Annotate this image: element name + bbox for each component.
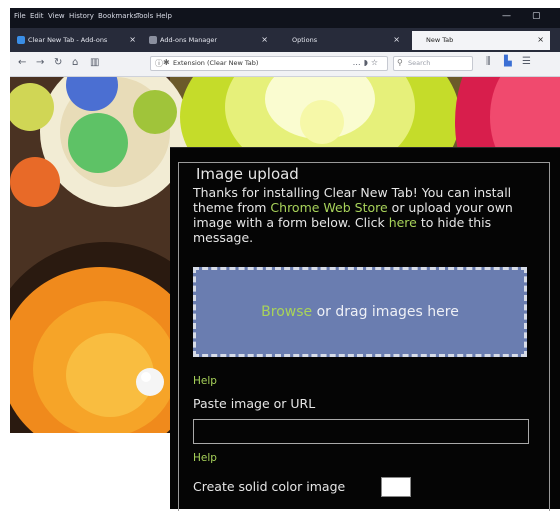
help-link-upload[interactable]: Help [193, 375, 217, 387]
maximize-icon[interactable]: ▢ [532, 11, 541, 21]
forward-icon[interactable]: → [36, 57, 44, 68]
extension-icon: ✱ [163, 58, 170, 67]
menu-icon[interactable]: ☰ [522, 56, 531, 67]
close-icon[interactable]: × [261, 35, 268, 44]
addon-tab-icon [17, 36, 25, 44]
more-icon[interactable]: … [353, 58, 364, 67]
tab-new-tab[interactable]: New Tab × [412, 31, 550, 50]
tab-options[interactable]: Options × [278, 31, 406, 50]
menu-history[interactable]: History [69, 12, 94, 20]
hide-message-link[interactable]: here [389, 215, 417, 230]
sidebar-icon[interactable]: ▥ [90, 57, 99, 68]
paste-url-label: Paste image or URL [193, 396, 316, 411]
intro-message: Thanks for installing Clear New Tab! You… [193, 185, 553, 245]
address-bar[interactable]: ⓘ ✱ Extension (Clear New Tab) …◗☆ [150, 56, 388, 71]
menu-edit[interactable]: Edit [30, 12, 44, 20]
minimize-icon[interactable]: — [502, 11, 511, 21]
browse-link[interactable]: Browse [261, 304, 312, 320]
addon-toolbar-icon[interactable]: ▙ [504, 56, 512, 67]
help-link-url[interactable]: Help [193, 452, 217, 464]
chrome-web-store-link[interactable]: Chrome Web Store [270, 200, 387, 215]
search-icon: ⚲ [397, 58, 403, 67]
home-icon[interactable]: ⌂ [72, 57, 78, 68]
navigation-toolbar: ← → ↻ ⌂ ▥ ⓘ ✱ Extension (Clear New Tab) … [10, 52, 560, 77]
menu-bar: File Edit View History Bookmarks Tools H… [10, 8, 560, 28]
tab-label: Clear New Tab - Add-ons [28, 36, 108, 44]
image-upload-panel: Image upload Thanks for installing Clear… [170, 147, 560, 511]
puzzle-icon [149, 36, 157, 44]
tab-label: Add-ons Manager [160, 36, 218, 44]
image-drop-zone[interactable]: Browse or drag images here [193, 267, 527, 357]
close-icon[interactable]: × [129, 35, 136, 44]
info-icon[interactable]: ⓘ [155, 58, 163, 69]
menu-tools[interactable]: Tools [136, 12, 153, 20]
reload-icon[interactable]: ↻ [54, 57, 62, 68]
page-actions: …◗☆ [353, 58, 381, 67]
search-bar[interactable]: ⚲ Search [393, 56, 473, 71]
close-icon[interactable]: × [393, 35, 400, 44]
menu-bookmarks[interactable]: Bookmarks [98, 12, 137, 20]
bookmark-star-icon[interactable]: ☆ [371, 58, 381, 67]
menu-view[interactable]: View [48, 12, 65, 20]
tab-label: Options [292, 36, 318, 44]
back-icon[interactable]: ← [18, 57, 26, 68]
menu-file[interactable]: File [14, 12, 26, 20]
close-icon[interactable]: × [537, 35, 544, 44]
tab-label: New Tab [426, 36, 454, 44]
tab-clear-new-tab-addons[interactable]: Clear New Tab - Add-ons × [14, 31, 142, 50]
search-placeholder: Search [408, 59, 431, 67]
image-upload-fieldset: Image upload Thanks for installing Clear… [178, 162, 550, 511]
pocket-icon[interactable]: ◗ [364, 58, 371, 67]
tab-addons-manager[interactable]: Add-ons Manager × [146, 31, 274, 50]
upload-legend: Image upload [192, 165, 303, 183]
solid-color-label: Create solid color image [193, 479, 346, 494]
address-text: Extension (Clear New Tab) [173, 59, 259, 67]
image-url-input[interactable] [193, 419, 529, 444]
library-icon[interactable]: ⫼ [486, 56, 491, 67]
tab-bar: Clear New Tab - Add-ons × Add-ons Manage… [10, 28, 560, 52]
solid-color-swatch[interactable] [381, 477, 411, 497]
menu-help[interactable]: Help [156, 12, 172, 20]
drop-zone-text: or drag images here [312, 304, 459, 320]
